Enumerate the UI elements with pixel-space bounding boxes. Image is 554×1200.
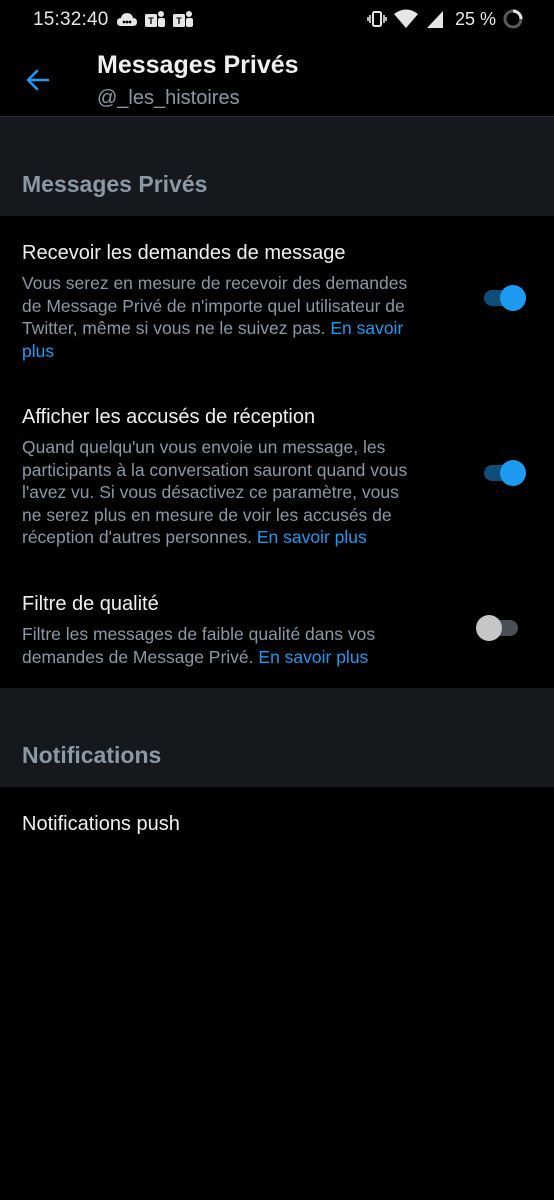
- account-handle: @_les_histoires: [97, 87, 240, 109]
- setting-title: Filtre de qualité: [22, 593, 159, 615]
- section-header-notifications: Notifications: [0, 688, 554, 787]
- section-title: Messages Privés: [22, 171, 208, 197]
- vibrate-icon: [367, 11, 387, 27]
- battery-percentage: 25 %: [454, 8, 496, 29]
- setting-title: Recevoir les demandes de message: [22, 242, 346, 264]
- notification-icons: T T: [116, 10, 194, 30]
- setting-quality-filter[interactable]: Filtre de qualité Filtre les messages de…: [0, 593, 554, 673]
- learn-more-link[interactable]: En savoir: [330, 318, 403, 338]
- toggle-knob: [476, 615, 502, 641]
- toggle-knob: [500, 285, 526, 311]
- read-receipts-toggle[interactable]: [484, 460, 526, 486]
- learn-more-link[interactable]: plus: [22, 341, 54, 361]
- quality-filter-toggle[interactable]: [476, 615, 518, 641]
- teams-icon: T: [145, 11, 165, 27]
- setting-title: Afficher les accusés de réception: [22, 406, 316, 428]
- learn-more-link[interactable]: En savoir plus: [258, 647, 368, 667]
- receive-requests-toggle[interactable]: [484, 285, 526, 311]
- section-title: Notifications: [22, 742, 162, 768]
- teams-icon: T: [173, 11, 193, 27]
- section-header-messages: Messages Privés: [0, 117, 554, 216]
- battery-icon: [503, 9, 523, 29]
- learn-more-link[interactable]: En savoir plus: [257, 527, 367, 547]
- arrow-left-icon: [26, 69, 50, 91]
- setting-receive-message-requests[interactable]: Recevoir les demandes de message Vous se…: [0, 242, 554, 362]
- page-title: Messages Privés: [97, 51, 299, 79]
- setting-description: Filtre les messages de faible qualité da…: [22, 624, 376, 667]
- top-app-bar: Messages Privés @_les_histoires: [0, 42, 554, 117]
- toggle-knob: [500, 460, 526, 486]
- push-notifications-label: Notifications push: [22, 813, 180, 835]
- status-time: 15:32:40: [33, 9, 109, 30]
- svg-text:T: T: [148, 16, 154, 26]
- push-notifications-item[interactable]: Notifications push: [0, 788, 554, 862]
- wifi-icon: [393, 9, 418, 28]
- status-bar: 15:32:40 T T 25 %: [0, 0, 554, 42]
- signal-icon: [426, 11, 443, 28]
- system-icons: 25 %: [367, 8, 524, 30]
- cloud-chat-icon: [117, 13, 137, 26]
- setting-description: Vous serez en mesure de recevoir des dem…: [22, 273, 408, 361]
- svg-text:T: T: [176, 16, 182, 26]
- back-button[interactable]: [20, 62, 56, 98]
- setting-read-receipts[interactable]: Afficher les accusés de réception Quand …: [0, 406, 554, 551]
- setting-description: Quand quelqu'un vous envoie un message, …: [22, 437, 408, 547]
